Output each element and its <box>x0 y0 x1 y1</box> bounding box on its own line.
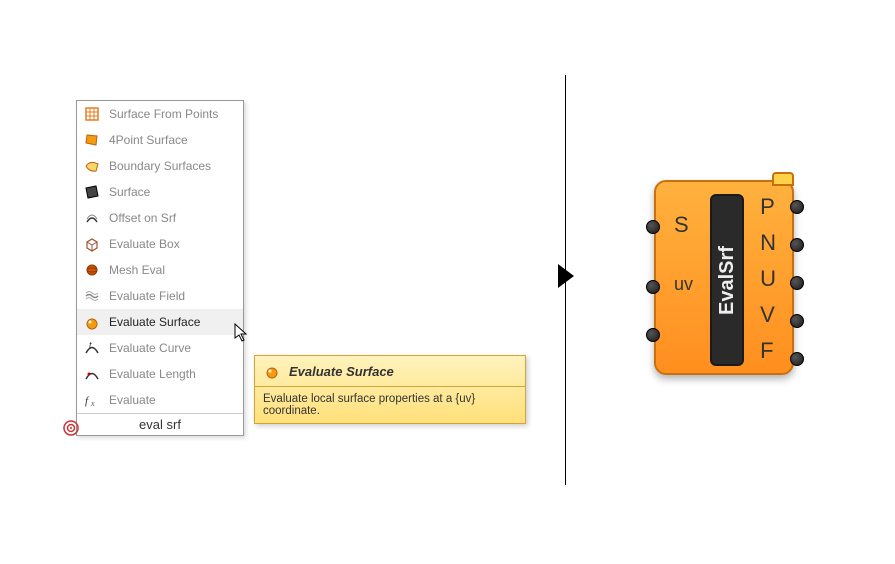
input-grip-icon[interactable] <box>646 328 660 342</box>
output-grip-icon[interactable] <box>790 200 804 214</box>
input-uv[interactable]: uv <box>674 274 693 295</box>
curve-t-icon: t <box>83 339 101 357</box>
menu-item-label: Evaluate Surface <box>109 315 200 329</box>
cursor-icon <box>234 323 250 343</box>
target-icon <box>62 419 80 437</box>
offset-icon <box>83 209 101 227</box>
input-s[interactable]: S <box>674 212 693 238</box>
output-grip-icon[interactable] <box>790 314 804 328</box>
component-name: EvalSrf <box>716 246 739 315</box>
quad-icon <box>83 131 101 149</box>
evaluate-surface-icon <box>83 313 101 331</box>
menu-item-evaluate-curve[interactable]: t Evaluate Curve <box>77 335 243 361</box>
svg-text:f: f <box>85 395 90 407</box>
evalsrf-component[interactable]: EvalSrf S uv P N U V F <box>640 172 810 382</box>
menu-item-label: Surface <box>109 185 150 199</box>
search-input[interactable] <box>83 417 237 432</box>
tooltip-description: Evaluate local surface properties at a {… <box>255 387 525 423</box>
grid-icon <box>83 105 101 123</box>
menu-item-label: Boundary Surfaces <box>109 159 211 173</box>
menu-item-evaluate-surface[interactable]: Evaluate Surface <box>77 309 243 335</box>
length-icon <box>83 365 101 383</box>
menu-item-label: Surface From Points <box>109 107 218 121</box>
menu-item-label: Evaluate <box>109 393 156 407</box>
menu-item-mesh-eval[interactable]: Mesh Eval <box>77 257 243 283</box>
menu-item-evaluate-field[interactable]: Evaluate Field <box>77 283 243 309</box>
output-u[interactable]: U <box>760 266 776 292</box>
output-grip-icon[interactable] <box>790 352 804 366</box>
field-icon <box>83 287 101 305</box>
menu-item-evaluate-length[interactable]: Evaluate Length <box>77 361 243 387</box>
output-n[interactable]: N <box>760 230 776 256</box>
menu-item-surface-from-points[interactable]: Surface From Points <box>77 101 243 127</box>
input-grip-icon[interactable] <box>646 220 660 234</box>
arrow-right-icon <box>558 264 574 288</box>
sphere-icon <box>83 261 101 279</box>
output-v[interactable]: V <box>760 302 776 328</box>
surface-icon <box>83 183 101 201</box>
evaluate-surface-icon <box>263 362 281 380</box>
output-f[interactable]: F <box>760 338 776 364</box>
component-inputs: S uv <box>674 212 693 295</box>
menu-item-surface[interactable]: Surface <box>77 179 243 205</box>
boundary-icon <box>83 157 101 175</box>
menu-item-evaluate[interactable]: fx Evaluate <box>77 387 243 413</box>
menu-item-boundary-surfaces[interactable]: Boundary Surfaces <box>77 153 243 179</box>
menu-item-label: 4Point Surface <box>109 133 188 147</box>
component-outputs: P N U V F <box>760 194 776 364</box>
tooltip-header: Evaluate Surface <box>255 356 525 387</box>
tooltip: Evaluate Surface Evaluate local surface … <box>254 355 526 424</box>
svg-text:x: x <box>90 399 95 408</box>
svg-text:t: t <box>89 340 92 350</box>
output-grip-icon[interactable] <box>790 276 804 290</box>
tooltip-title: Evaluate Surface <box>289 364 394 379</box>
box-icon <box>83 235 101 253</box>
menu-item-label: Evaluate Length <box>109 367 196 381</box>
component-title-strip: EvalSrf <box>710 194 744 366</box>
component-search-menu: Surface From Points 4Point Surface Bound… <box>76 100 244 436</box>
fx-icon: fx <box>83 391 101 409</box>
menu-item-label: Mesh Eval <box>109 263 165 277</box>
menu-item-label: Evaluate Box <box>109 237 180 251</box>
menu-item-offset-on-srf[interactable]: Offset on Srf <box>77 205 243 231</box>
menu-item-label: Offset on Srf <box>109 211 176 225</box>
menu-item-label: Evaluate Curve <box>109 341 191 355</box>
output-p[interactable]: P <box>760 194 776 220</box>
menu-item-label: Evaluate Field <box>109 289 185 303</box>
menu-item-4point-surface[interactable]: 4Point Surface <box>77 127 243 153</box>
component-tab-icon <box>772 172 794 186</box>
input-grip-icon[interactable] <box>646 280 660 294</box>
menu-item-evaluate-box[interactable]: Evaluate Box <box>77 231 243 257</box>
output-grip-icon[interactable] <box>790 238 804 252</box>
